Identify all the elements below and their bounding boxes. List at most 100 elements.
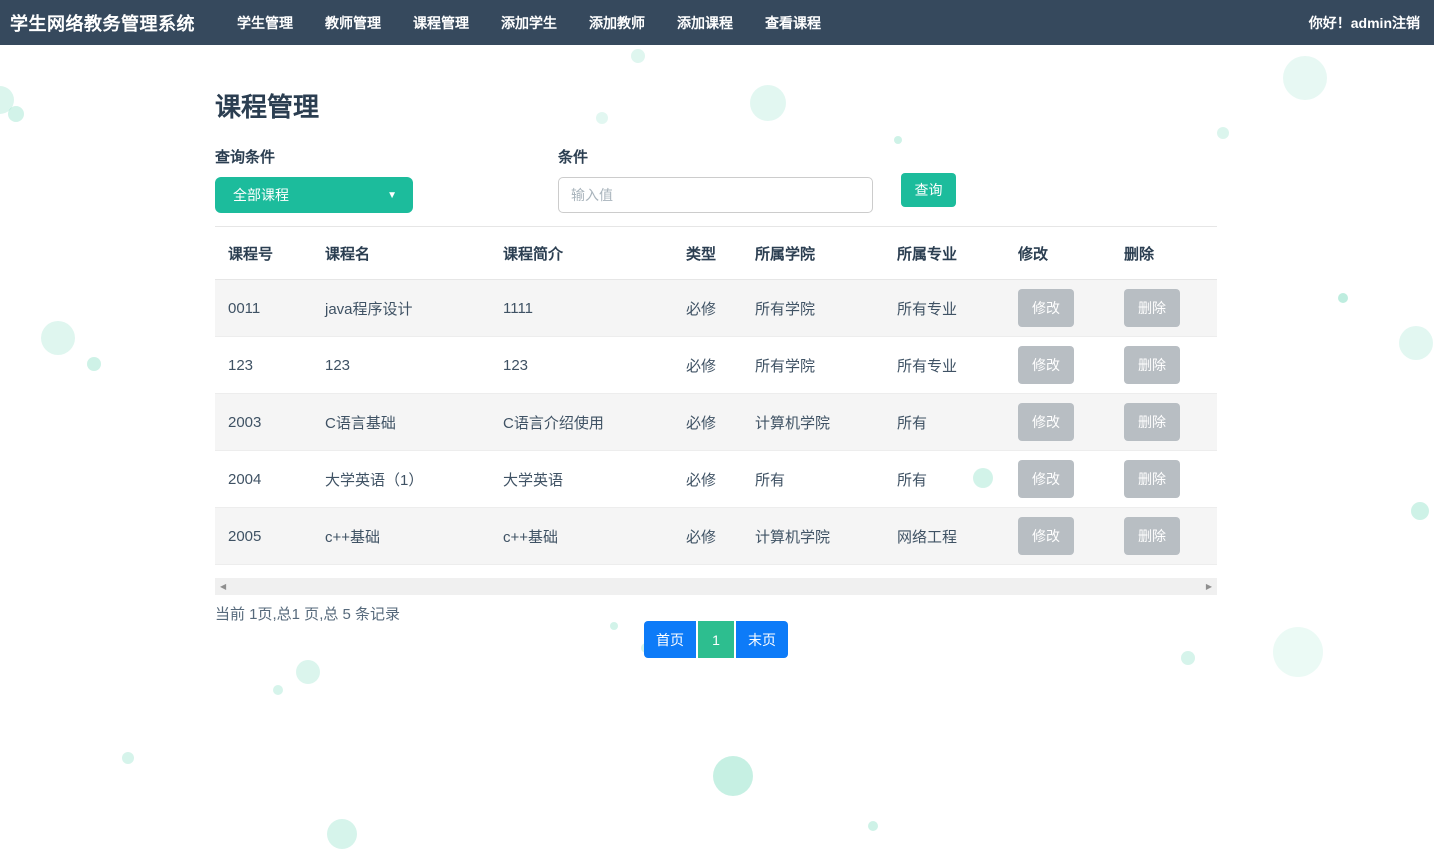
query-condition-label: 查询条件 bbox=[215, 146, 413, 167]
edit-button[interactable]: 修改 bbox=[1018, 346, 1074, 384]
cell-college: 所有学院 bbox=[742, 337, 884, 394]
nav-item-add-teacher[interactable]: 添加教师 bbox=[573, 0, 661, 46]
edit-button[interactable]: 修改 bbox=[1018, 517, 1074, 555]
cell-intro: 1111 bbox=[490, 280, 673, 337]
nav-item-student-management[interactable]: 学生管理 bbox=[221, 0, 309, 46]
bubble-decoration bbox=[122, 752, 134, 764]
col-course-name: 课程名 bbox=[312, 227, 490, 280]
app-title[interactable]: 学生网络教务管理系统 bbox=[10, 10, 195, 36]
footer-area: 当前 1页,总1 页,总 5 条记录 首页 1 末页 bbox=[215, 603, 1217, 658]
cell-edit-button: 修改 bbox=[1005, 337, 1111, 394]
table-row: 2004大学英语（1）大学英语必修所有所有修改删除 bbox=[215, 451, 1217, 508]
cell-major: 所有 bbox=[884, 394, 1005, 451]
cell-edit-button: 修改 bbox=[1005, 394, 1111, 451]
logout-link[interactable]: 注销 bbox=[1392, 15, 1420, 31]
delete-button[interactable]: 删除 bbox=[1124, 346, 1180, 384]
bubble-decoration bbox=[327, 819, 357, 849]
delete-button[interactable]: 删除 bbox=[1124, 403, 1180, 441]
col-course-id: 课程号 bbox=[215, 227, 312, 280]
cell-intro: c++基础 bbox=[490, 508, 673, 565]
condition-label: 条件 bbox=[558, 146, 873, 167]
col-course-intro: 课程简介 bbox=[490, 227, 673, 280]
cell-id: 2004 bbox=[215, 451, 312, 508]
scroll-left-icon[interactable]: ◀ bbox=[220, 582, 226, 591]
cell-delete-button: 删除 bbox=[1111, 451, 1217, 508]
cell-major: 所有专业 bbox=[884, 337, 1005, 394]
cell-edit-button: 修改 bbox=[1005, 280, 1111, 337]
table-row: 2005c++基础c++基础必修计算机学院网络工程修改删除 bbox=[215, 508, 1217, 565]
bubble-decoration bbox=[1338, 293, 1348, 303]
pagination: 首页 1 末页 bbox=[215, 621, 1217, 658]
page-title: 课程管理 bbox=[215, 87, 1217, 124]
cell-college: 所有学院 bbox=[742, 280, 884, 337]
col-college: 所属学院 bbox=[742, 227, 884, 280]
col-delete: 删除 bbox=[1111, 227, 1217, 280]
user-area: 你好！admin注销 bbox=[1309, 13, 1420, 33]
nav-item-teacher-management[interactable]: 教师管理 bbox=[309, 0, 397, 46]
nav-item-course-management[interactable]: 课程管理 bbox=[397, 0, 485, 46]
cell-college: 所有 bbox=[742, 451, 884, 508]
page-number-button[interactable]: 1 bbox=[698, 621, 734, 658]
bubble-decoration bbox=[713, 756, 753, 796]
table-row: 2003C语言基础C语言介绍使用必修计算机学院所有修改删除 bbox=[215, 394, 1217, 451]
horizontal-scrollbar[interactable]: ◀ ▶ bbox=[215, 578, 1217, 595]
bubble-decoration bbox=[87, 357, 101, 371]
course-table-body: 0011java程序设计1111必修所有学院所有专业修改删除123123123必… bbox=[215, 280, 1217, 565]
bubble-decoration bbox=[1283, 56, 1327, 100]
cell-name: c++基础 bbox=[312, 508, 490, 565]
cell-id: 123 bbox=[215, 337, 312, 394]
cell-college: 计算机学院 bbox=[742, 394, 884, 451]
delete-button[interactable]: 删除 bbox=[1124, 289, 1180, 327]
nav-item-view-course[interactable]: 查看课程 bbox=[749, 0, 837, 46]
cell-delete-button: 删除 bbox=[1111, 337, 1217, 394]
edit-button[interactable]: 修改 bbox=[1018, 460, 1074, 498]
cell-type: 必修 bbox=[673, 337, 742, 394]
bubble-decoration bbox=[1217, 127, 1229, 139]
cell-major: 所有 bbox=[884, 451, 1005, 508]
chevron-down-icon: ▼ bbox=[387, 190, 397, 201]
cell-delete-button: 删除 bbox=[1111, 508, 1217, 565]
table-header-row: 课程号 课程名 课程简介 类型 所属学院 所属专业 修改 删除 bbox=[215, 227, 1217, 280]
cell-delete-button: 删除 bbox=[1111, 394, 1217, 451]
bubble-decoration bbox=[296, 660, 320, 684]
cell-delete-button: 删除 bbox=[1111, 280, 1217, 337]
bubble-decoration bbox=[8, 106, 24, 122]
edit-button[interactable]: 修改 bbox=[1018, 403, 1074, 441]
cell-type: 必修 bbox=[673, 508, 742, 565]
course-type-select[interactable]: 全部课程 ▼ bbox=[215, 177, 413, 213]
scroll-right-icon[interactable]: ▶ bbox=[1206, 582, 1212, 591]
delete-button[interactable]: 删除 bbox=[1124, 517, 1180, 555]
cell-type: 必修 bbox=[673, 451, 742, 508]
condition-input[interactable] bbox=[558, 177, 873, 213]
cell-id: 0011 bbox=[215, 280, 312, 337]
cell-major: 所有专业 bbox=[884, 280, 1005, 337]
table-row: 0011java程序设计1111必修所有学院所有专业修改删除 bbox=[215, 280, 1217, 337]
last-page-button[interactable]: 末页 bbox=[736, 621, 788, 658]
delete-button[interactable]: 删除 bbox=[1124, 460, 1180, 498]
cell-college: 计算机学院 bbox=[742, 508, 884, 565]
nav-item-add-student[interactable]: 添加学生 bbox=[485, 0, 573, 46]
cell-edit-button: 修改 bbox=[1005, 451, 1111, 508]
nav-menu: 学生管理 教师管理 课程管理 添加学生 添加教师 添加课程 查看课程 bbox=[221, 0, 837, 46]
first-page-button[interactable]: 首页 bbox=[644, 621, 696, 658]
cell-name: 123 bbox=[312, 337, 490, 394]
search-button[interactable]: 查询 bbox=[901, 173, 956, 207]
cell-intro: 大学英语 bbox=[490, 451, 673, 508]
col-edit: 修改 bbox=[1005, 227, 1111, 280]
bubble-decoration bbox=[1399, 326, 1433, 360]
bubble-decoration bbox=[1411, 502, 1429, 520]
nav-item-add-course[interactable]: 添加课程 bbox=[661, 0, 749, 46]
bubble-decoration bbox=[273, 685, 283, 695]
cell-type: 必修 bbox=[673, 394, 742, 451]
table-row: 123123123必修所有学院所有专业修改删除 bbox=[215, 337, 1217, 394]
user-greeting: 你好！admin bbox=[1309, 15, 1392, 31]
bubble-decoration bbox=[631, 49, 645, 63]
edit-button[interactable]: 修改 bbox=[1018, 289, 1074, 327]
cell-name: 大学英语（1） bbox=[312, 451, 490, 508]
cell-edit-button: 修改 bbox=[1005, 508, 1111, 565]
bubble-decoration bbox=[1273, 627, 1323, 677]
cell-intro: C语言介绍使用 bbox=[490, 394, 673, 451]
course-table: 课程号 课程名 课程简介 类型 所属学院 所属专业 修改 删除 0011java… bbox=[215, 226, 1217, 565]
cell-id: 2005 bbox=[215, 508, 312, 565]
cell-name: C语言基础 bbox=[312, 394, 490, 451]
